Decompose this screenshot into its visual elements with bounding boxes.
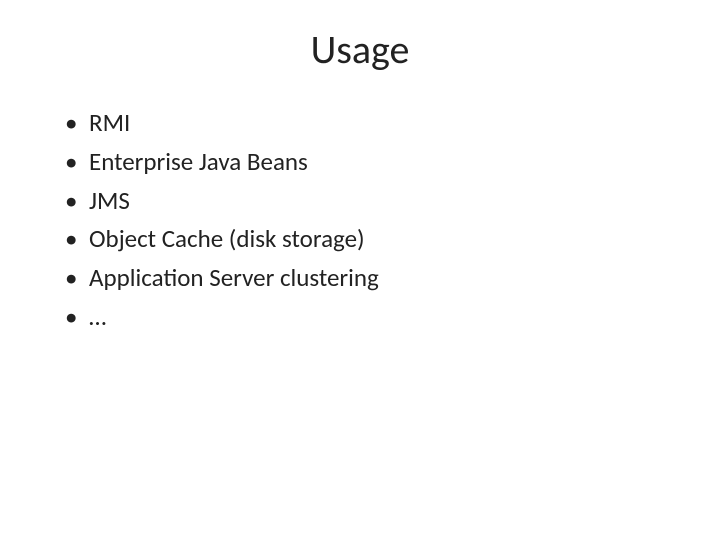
list-item: RMI — [65, 104, 665, 143]
list-item: Enterprise Java Beans — [65, 143, 665, 182]
list-item: … — [65, 298, 665, 337]
list-item: Object Cache (disk storage) — [65, 220, 665, 259]
slide: Usage RMI Enterprise Java Beans JMS Obje… — [0, 0, 720, 540]
slide-title: Usage — [55, 25, 665, 74]
bullet-list: RMI Enterprise Java Beans JMS Object Cac… — [55, 104, 665, 337]
list-item: JMS — [65, 182, 665, 221]
list-item: Application Server clustering — [65, 259, 665, 298]
